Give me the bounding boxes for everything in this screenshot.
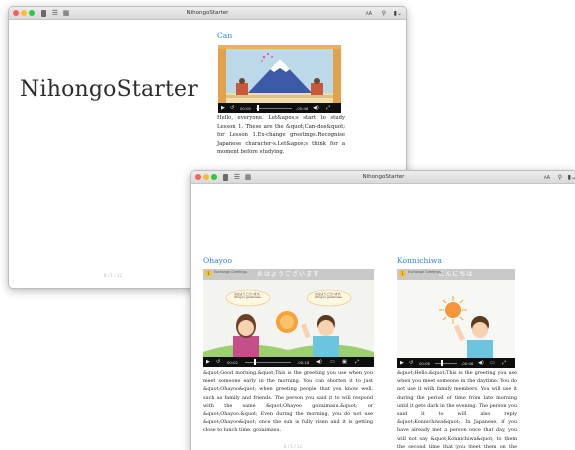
title-bar[interactable]: ☰ ▦ NihongoStarter AA ⚲ ▮⌄: [191, 171, 575, 184]
lesson-badge-label: Exchange Greetings: [408, 270, 442, 274]
rewind-button[interactable]: ↺: [409, 360, 413, 366]
seek-bar[interactable]: [435, 362, 457, 364]
seek-bar[interactable]: [256, 107, 292, 109]
seek-bar[interactable]: [245, 361, 291, 363]
pip-icon[interactable]: ▣: [342, 359, 347, 365]
seek-knob[interactable]: [257, 105, 259, 111]
volume-icon[interactable]: ◀): [316, 359, 322, 365]
bookmark-icon[interactable]: ▮⌄: [394, 7, 402, 20]
remaining-time: -00:06: [461, 361, 474, 366]
fullscreen-icon[interactable]: ⤢: [355, 359, 359, 365]
font-size-button[interactable]: AA: [544, 171, 550, 184]
video-controls: ▶ ↺ 00:02 -00:18 ◀) ▭ ▣ ⤢: [203, 357, 374, 367]
video-controls: ▶ ↺ 00:00 -00:06 ◀) ⤢: [218, 103, 341, 113]
konnichiwa-text: &quot;Hello.&quot;This is the greeting y…: [397, 370, 517, 450]
airplay-icon[interactable]: ▭: [490, 360, 495, 366]
lesson-title-ohayoo: Ohayoo: [203, 256, 233, 265]
video-player-konnichiwa[interactable]: こんにちは 1 Exchange Greetings ▶ ↺ 00:06 -00…: [397, 269, 515, 368]
lesson-title: Can: [217, 31, 233, 40]
fullscreen-icon[interactable]: ⤢: [326, 105, 330, 111]
video-controls: ▶ ↺ 00:06 -00:06 ◀) ▭ ⤢: [397, 358, 515, 368]
rewind-button[interactable]: ↺: [216, 359, 220, 365]
page-indicator: 8 / 1 / 12: [104, 273, 122, 278]
window-title: NihongoStarter: [362, 174, 405, 180]
remaining-time: -00:18: [297, 360, 310, 365]
lesson-title-konnichiwa: Konnichiwa: [397, 256, 442, 265]
rewind-button[interactable]: ↺: [230, 105, 234, 111]
font-size-button[interactable]: AA: [366, 7, 372, 20]
page-indicator-right: 8 / 1 / 12: [455, 444, 473, 449]
ohayoo-text: &quot;Good morning.&quot;This is the gre…: [203, 370, 373, 434]
play-button[interactable]: ▶: [400, 360, 404, 366]
page-indicator-left: 8 / 1 / 12: [284, 444, 302, 449]
play-button[interactable]: ▶: [221, 105, 225, 111]
elapsed-time: 00:00: [240, 106, 251, 111]
speech-bubble-left: おはようございます。Ohayoo gozaimasu.: [234, 292, 262, 300]
bookmark-icon[interactable]: ▮⌄: [568, 171, 575, 184]
elapsed-time: 00:02: [227, 360, 238, 365]
search-icon[interactable]: ⚲: [558, 171, 562, 184]
video-player-ohayoo[interactable]: おはようございます 1 Exchange Greetings おはようございます…: [203, 269, 374, 367]
elapsed-time: 00:06: [419, 361, 430, 366]
konnichiwa-illustration: [397, 280, 515, 358]
lesson-text: Hello, everyone. Let&apos;s start to stu…: [217, 115, 345, 156]
speech-bubble-right: おはようございます。Ohayoo gozaimasu.: [315, 292, 343, 300]
window-title: NihongoStarter: [186, 10, 229, 16]
play-button[interactable]: ▶: [206, 359, 210, 365]
seek-knob[interactable]: [441, 360, 443, 366]
lesson-badge: 1: [399, 270, 406, 277]
app-window-front: ☰ ▦ NihongoStarter AA ⚲ ▮⌄ Ohayoo おはようござ…: [190, 170, 575, 450]
remaining-time: -00:06: [296, 106, 309, 111]
search-icon[interactable]: ⚲: [382, 7, 386, 20]
title-bar[interactable]: ☰ ▦ NihongoStarter AA ⚲ ▮⌄: [9, 7, 406, 20]
seek-knob[interactable]: [254, 359, 256, 365]
volume-icon[interactable]: ◀): [313, 105, 319, 111]
fullscreen-icon[interactable]: ⤢: [502, 360, 506, 366]
lesson-badge: 1: [205, 270, 212, 277]
book-cover-title: NihongoStarter: [20, 77, 198, 102]
volume-icon[interactable]: ◀): [478, 360, 484, 366]
airplay-icon[interactable]: ▭: [330, 359, 335, 365]
video-player[interactable]: ▶ ↺ 00:00 -00:06 ◀) ⤢: [218, 45, 341, 113]
lesson-badge-label: Exchange Greetings: [214, 270, 248, 274]
ohayoo-illustration: [203, 280, 374, 357]
